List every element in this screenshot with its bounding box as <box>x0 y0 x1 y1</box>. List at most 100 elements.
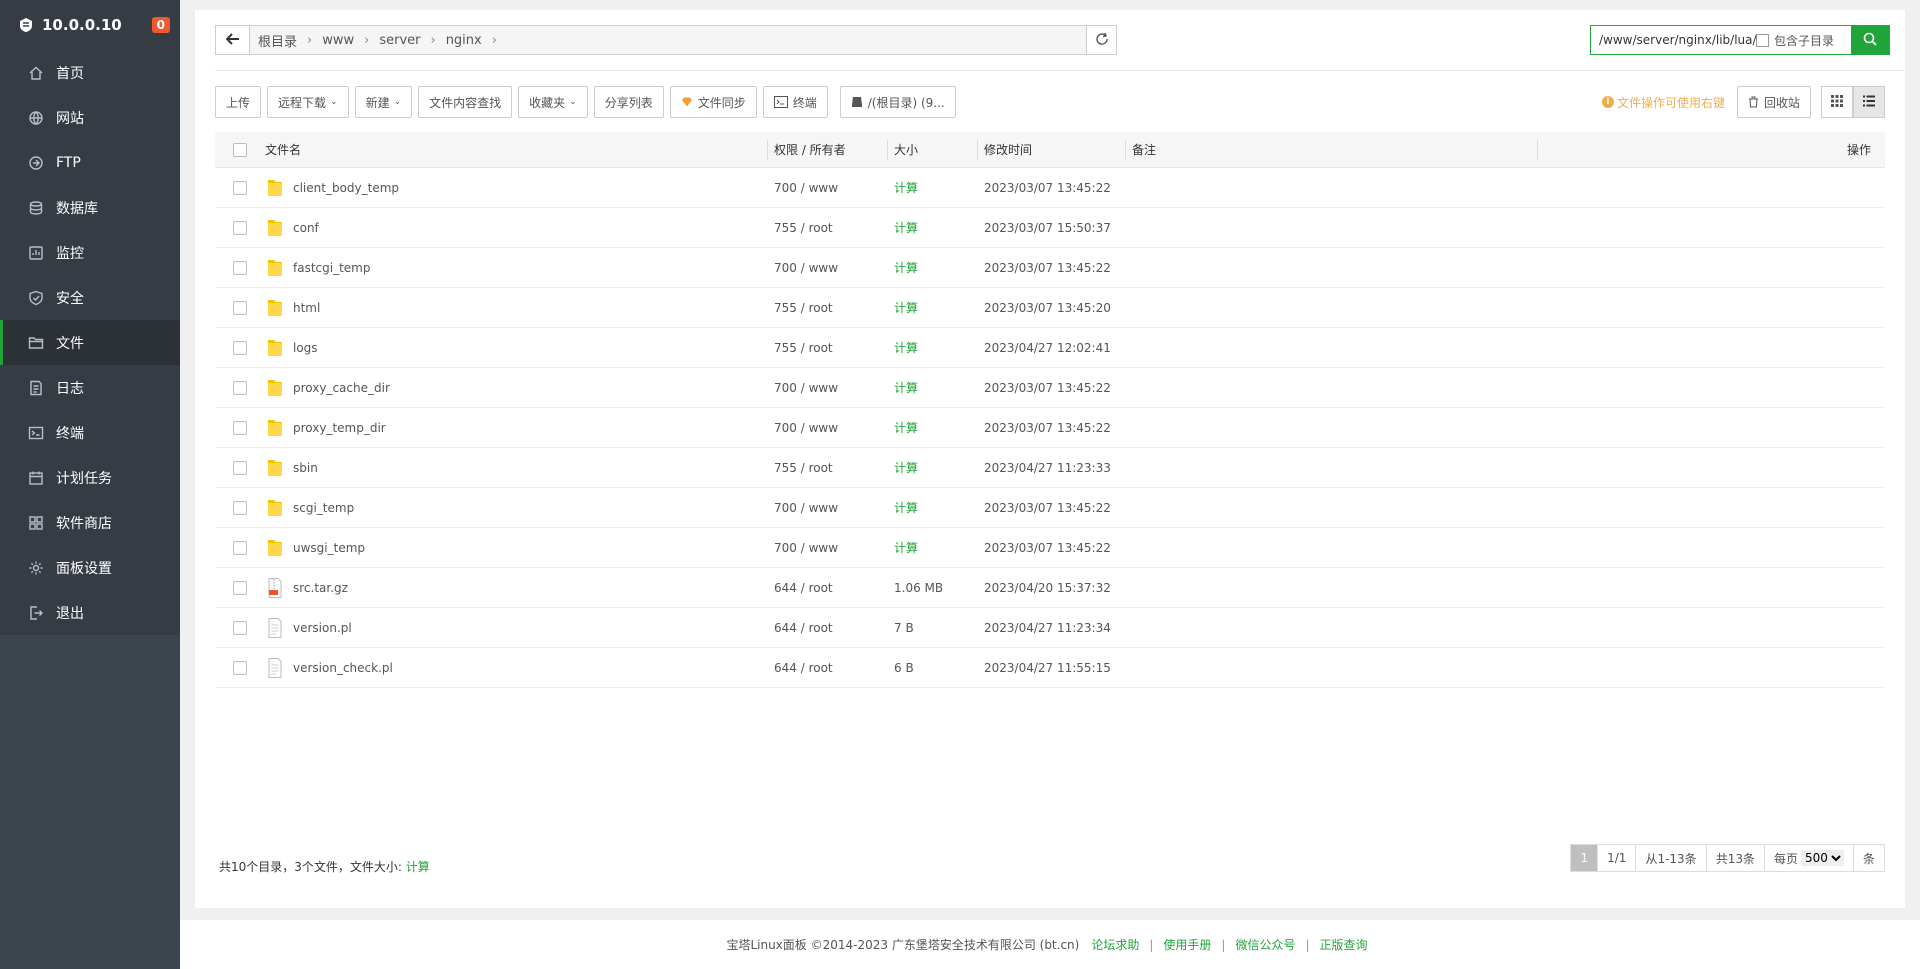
file-size[interactable]: 计算 <box>887 539 977 556</box>
file-size[interactable]: 计算 <box>887 379 977 396</box>
row-checkbox[interactable] <box>233 420 247 435</box>
content-search-button[interactable]: 文件内容查找 <box>418 86 513 118</box>
file-size[interactable]: 计算 <box>887 459 977 476</box>
table-row[interactable]: proxy_temp_dir 700 / www 计算 2023/03/07 13:4… <box>215 408 1885 448</box>
disk-button[interactable]: /(根目录) (9... <box>839 86 956 118</box>
sidebar-item-ftp[interactable]: FTP <box>0 140 180 185</box>
include-subdir-checkbox[interactable]: 包含子目录 <box>1756 26 1851 54</box>
sidebar-item-monitor[interactable]: 监控 <box>0 230 180 275</box>
row-checkbox[interactable] <box>233 580 247 595</box>
file-perm[interactable]: 700 / www <box>767 261 887 275</box>
file-perm[interactable]: 644 / root <box>767 661 887 675</box>
file-name[interactable]: proxy_temp_dir <box>293 421 386 435</box>
remote-download-button[interactable]: 远程下载 ⌄ <box>267 86 349 118</box>
row-checkbox[interactable] <box>233 220 247 235</box>
file-name[interactable]: html <box>293 301 320 315</box>
sidebar-item-folder[interactable]: 文件 <box>0 320 180 365</box>
sidebar-item-terminal[interactable]: 终端 <box>0 410 180 455</box>
row-checkbox[interactable] <box>233 660 247 675</box>
col-name[interactable]: 文件名 <box>265 141 767 158</box>
file-perm[interactable]: 644 / root <box>767 621 887 635</box>
table-row[interactable]: sbin 755 / root 计算 2023/04/27 11:23:33 <box>215 448 1885 488</box>
file-perm[interactable]: 700 / www <box>767 421 887 435</box>
sidebar-item-log[interactable]: 日志 <box>0 365 180 410</box>
sidebar-item-apps[interactable]: 软件商店 <box>0 500 180 545</box>
breadcrumb-item[interactable]: server <box>379 33 420 48</box>
manual-link[interactable]: 使用手册 <box>1163 936 1211 953</box>
file-size[interactable]: 计算 <box>887 179 977 196</box>
summary-calc-link[interactable]: 计算 <box>406 860 430 874</box>
table-row[interactable]: conf 755 / root 计算 2023/03/07 15:50:37 <box>215 208 1885 248</box>
checkbox-box[interactable] <box>1756 33 1769 47</box>
sidebar-item-calendar[interactable]: 计划任务 <box>0 455 180 500</box>
file-name[interactable]: src.tar.gz <box>293 581 348 595</box>
col-size[interactable]: 大小 <box>887 141 977 158</box>
table-row[interactable]: scgi_temp 700 / www 计算 2023/03/07 13:45:22 <box>215 488 1885 528</box>
notification-badge[interactable]: 0 <box>151 17 170 33</box>
breadcrumb-item[interactable]: www <box>322 33 354 48</box>
row-checkbox[interactable] <box>233 180 247 195</box>
file-name[interactable]: scgi_temp <box>293 501 354 515</box>
sidebar-item-shield[interactable]: 安全 <box>0 275 180 320</box>
file-perm[interactable]: 755 / root <box>767 221 887 235</box>
list-view-button[interactable] <box>1853 86 1885 118</box>
file-perm[interactable]: 755 / root <box>767 341 887 355</box>
server-host[interactable]: 10.0.0.10 <box>42 16 152 34</box>
table-row[interactable]: uwsgi_temp 700 / www 计算 2023/03/07 13:45:22 <box>215 528 1885 568</box>
file-name[interactable]: fastcgi_temp <box>293 261 370 275</box>
sidebar-item-settings[interactable]: 面板设置 <box>0 545 180 590</box>
table-row[interactable]: logs 755 / root 计算 2023/04/27 12:02:41 <box>215 328 1885 368</box>
search-input[interactable] <box>1591 26 1756 54</box>
terminal-button[interactable]: 终端 <box>762 86 828 118</box>
wechat-link[interactable]: 微信公众号 <box>1235 936 1295 953</box>
breadcrumb-item[interactable]: nginx <box>446 33 482 48</box>
sidebar-item-logout[interactable]: 退出 <box>0 590 180 635</box>
file-perm[interactable]: 644 / root <box>767 581 887 595</box>
page-current[interactable]: 1 <box>1571 845 1599 871</box>
forum-link[interactable]: 论坛求助 <box>1091 936 1139 953</box>
file-sync-button[interactable]: 文件同步 <box>669 86 757 118</box>
new-button[interactable]: 新建 ⌄ <box>354 86 413 118</box>
sidebar-item-database[interactable]: 数据库 <box>0 185 180 230</box>
refresh-button[interactable] <box>1086 26 1116 54</box>
table-row[interactable]: version.pl 644 / root 7 B 2023/04/27 11:23:… <box>215 608 1885 648</box>
per-page-select[interactable]: 500 <box>1800 850 1844 866</box>
row-checkbox[interactable] <box>233 340 247 355</box>
file-name[interactable]: version.pl <box>293 621 352 635</box>
recycle-bin-button[interactable]: 回收站 <box>1736 86 1811 118</box>
file-size[interactable]: 计算 <box>887 419 977 436</box>
file-name[interactable]: proxy_cache_dir <box>293 381 390 395</box>
file-perm[interactable]: 700 / www <box>767 181 887 195</box>
table-row[interactable]: src.tar.gz 644 / root 1.06 MB 2023/04/20 15… <box>215 568 1885 608</box>
table-row[interactable]: html 755 / root 计算 2023/03/07 13:45:20 <box>215 288 1885 328</box>
file-name[interactable]: uwsgi_temp <box>293 541 365 555</box>
file-size[interactable]: 计算 <box>887 299 977 316</box>
breadcrumb-item[interactable]: 根目录 <box>258 31 297 50</box>
file-perm[interactable]: 700 / www <box>767 501 887 515</box>
file-name[interactable]: client_body_temp <box>293 181 399 195</box>
file-size[interactable]: 计算 <box>887 499 977 516</box>
table-row[interactable]: client_body_temp 700 / www 计算 2023/03/07 13… <box>215 168 1885 208</box>
back-button[interactable] <box>216 26 250 54</box>
file-name[interactable]: logs <box>293 341 318 355</box>
search-button[interactable] <box>1851 26 1889 54</box>
file-name[interactable]: sbin <box>293 461 318 475</box>
license-link[interactable]: 正版查询 <box>1320 936 1368 953</box>
sidebar-item-globe[interactable]: 网站 <box>0 95 180 140</box>
table-row[interactable]: fastcgi_temp 700 / www 计算 2023/03/07 13:45:… <box>215 248 1885 288</box>
table-row[interactable]: proxy_cache_dir 700 / www 计算 2023/03/07 13:… <box>215 368 1885 408</box>
favorites-button[interactable]: 收藏夹 ⌄ <box>518 86 588 118</box>
file-perm[interactable]: 755 / root <box>767 301 887 315</box>
sidebar-item-home[interactable]: 首页 <box>0 50 180 95</box>
row-checkbox[interactable] <box>233 500 247 515</box>
col-perm[interactable]: 权限 / 所有者 <box>767 141 887 158</box>
file-name[interactable]: version_check.pl <box>293 661 393 675</box>
share-list-button[interactable]: 分享列表 <box>593 86 664 118</box>
file-perm[interactable]: 700 / www <box>767 541 887 555</box>
file-perm[interactable]: 755 / root <box>767 461 887 475</box>
row-checkbox[interactable] <box>233 380 247 395</box>
file-size[interactable]: 计算 <box>887 339 977 356</box>
row-checkbox[interactable] <box>233 260 247 275</box>
grid-view-button[interactable] <box>1821 86 1853 118</box>
upload-button[interactable]: 上传 <box>215 86 262 118</box>
